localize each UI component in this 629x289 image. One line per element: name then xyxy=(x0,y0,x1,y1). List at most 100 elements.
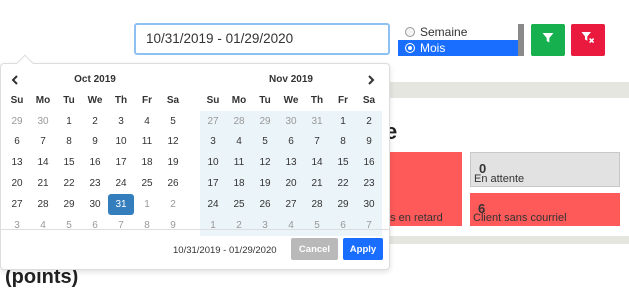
calendar-day[interactable]: 18 xyxy=(226,173,252,194)
period-option-week[interactable]: Semaine xyxy=(398,24,518,40)
calendar-day[interactable]: 3 xyxy=(200,131,226,153)
calendar-day[interactable]: 20 xyxy=(278,173,304,194)
radio-icon[interactable] xyxy=(405,43,415,53)
calendar-day[interactable]: 30 xyxy=(278,110,304,132)
calendar-day[interactable]: 23 xyxy=(356,173,382,194)
weekday-header: Tu xyxy=(63,94,75,106)
calendar-day[interactable]: 21 xyxy=(30,173,56,194)
calendar-day[interactable]: 29 xyxy=(56,194,82,215)
calendar-day[interactable]: 17 xyxy=(200,173,226,194)
calendar-day[interactable]: 15 xyxy=(330,152,356,174)
calendar-day[interactable]: 30 xyxy=(82,194,108,215)
weekday-header: Th xyxy=(114,94,128,106)
calendar-day[interactable]: 3 xyxy=(108,111,134,132)
period-option-month[interactable]: Mois xyxy=(398,40,518,56)
calendar-day[interactable]: 29 xyxy=(252,110,278,132)
calendar-day[interactable]: 25 xyxy=(134,173,160,194)
calendar-day[interactable]: 1 xyxy=(330,110,356,132)
weekday-header: Tu xyxy=(259,94,271,106)
calendar-day[interactable]: 29 xyxy=(330,193,356,215)
selected-range-label: 10/31/2019 - 01/29/2020 xyxy=(173,245,277,256)
radio-icon[interactable] xyxy=(405,27,415,37)
calendar-day[interactable]: 10 xyxy=(108,132,134,153)
calendar-day[interactable]: 14 xyxy=(304,152,330,174)
calendar-day[interactable]: 15 xyxy=(56,152,82,173)
calendar-day[interactable]: 4 xyxy=(134,111,160,132)
calendar-day[interactable]: 7 xyxy=(30,132,56,153)
weekday-header: We xyxy=(87,94,103,106)
calendar-day[interactable]: 26 xyxy=(252,193,278,215)
calendar-day[interactable]: 16 xyxy=(356,152,382,174)
stat-card-waiting[interactable]: 0 En attente xyxy=(470,152,620,187)
calendar-day[interactable]: 23 xyxy=(82,173,108,194)
picker-footer: 10/31/2019 - 01/29/2020 Cancel Apply xyxy=(1,229,389,269)
calendar-day[interactable]: 2 xyxy=(82,111,108,132)
month-title: Oct 2019 xyxy=(74,74,116,85)
calendar-day[interactable]: 11 xyxy=(226,152,252,174)
date-range-input[interactable]: 10/31/2019 - 01/29/2020 xyxy=(134,23,390,55)
apply-button[interactable]: Apply xyxy=(343,238,383,260)
calendar-day[interactable]: 17 xyxy=(108,152,134,173)
clear-filter-button[interactable] xyxy=(571,24,605,56)
calendar-day[interactable]: 9 xyxy=(356,131,382,153)
calendar-day[interactable]: 25 xyxy=(226,193,252,215)
calendar-day[interactable]: 28 xyxy=(30,194,56,215)
calendar-day[interactable]: 9 xyxy=(82,132,108,153)
calendar-day[interactable]: 13 xyxy=(4,152,30,173)
calendar-header: Oct 2019 xyxy=(4,70,186,90)
calendar-day[interactable]: 19 xyxy=(160,152,186,173)
period-option-label: Mois xyxy=(420,41,446,55)
calendar-day[interactable]: 31 xyxy=(108,193,134,215)
weekday-header: Mo xyxy=(35,94,51,106)
calendar-day[interactable]: 19 xyxy=(252,173,278,194)
weekday-header: Su xyxy=(10,94,24,106)
calendar-day[interactable]: 6 xyxy=(4,132,30,153)
calendar-day[interactable]: 30 xyxy=(356,193,382,215)
calendar-right: Nov 2019 Su Mo Tu We Th Fr Sa 27 28 29 30 31 1 2 3 4 5 6 7… xyxy=(200,70,382,236)
calendar-day[interactable]: 13 xyxy=(278,152,304,174)
calendar-day[interactable]: 27 xyxy=(278,193,304,215)
stat-card-red[interactable] xyxy=(380,152,462,198)
calendar-day[interactable]: 5 xyxy=(160,111,186,132)
calendar-day[interactable]: 27 xyxy=(4,194,30,215)
calendar-day[interactable]: 27 xyxy=(200,110,226,132)
calendar-day[interactable]: 20 xyxy=(4,173,30,194)
calendar-day[interactable]: 8 xyxy=(56,132,82,153)
calendar-day[interactable]: 12 xyxy=(160,132,186,153)
filter-button[interactable] xyxy=(531,24,565,56)
calendar-day[interactable]: 2 xyxy=(160,194,186,215)
weekday-header: Su xyxy=(206,94,220,106)
stat-card-late[interactable]: es en retard xyxy=(380,193,462,226)
calendar-day[interactable]: 8 xyxy=(330,131,356,153)
calendar-day[interactable]: 28 xyxy=(226,110,252,132)
calendar-day[interactable]: 2 xyxy=(356,110,382,132)
calendar-day[interactable]: 12 xyxy=(252,152,278,174)
calendar-day[interactable]: 29 xyxy=(4,111,30,132)
stat-card-no-email[interactable]: 6 Client sans courriel xyxy=(470,193,620,226)
next-month-button[interactable] xyxy=(364,72,378,88)
calendar-day[interactable]: 22 xyxy=(56,173,82,194)
calendar-day[interactable]: 6 xyxy=(278,131,304,153)
calendar-day[interactable]: 16 xyxy=(82,152,108,173)
calendar-day[interactable]: 18 xyxy=(134,152,160,173)
calendar-day[interactable]: 4 xyxy=(226,131,252,153)
calendar-day[interactable]: 11 xyxy=(134,132,160,153)
stat-label: Client sans courriel xyxy=(473,212,567,224)
calendar-day[interactable]: 26 xyxy=(160,173,186,194)
calendar-day[interactable]: 7 xyxy=(304,131,330,153)
calendar-day[interactable]: 24 xyxy=(108,173,134,194)
calendar-day[interactable]: 21 xyxy=(304,173,330,194)
calendar-day[interactable]: 14 xyxy=(30,152,56,173)
weekday-header: Fr xyxy=(142,94,152,106)
calendar-day[interactable]: 30 xyxy=(30,111,56,132)
calendar-day[interactable]: 1 xyxy=(56,111,82,132)
calendar-day[interactable]: 22 xyxy=(330,173,356,194)
calendar-day[interactable]: 5 xyxy=(252,131,278,153)
calendar-day[interactable]: 24 xyxy=(200,193,226,215)
scrollbar[interactable] xyxy=(518,24,524,56)
calendar-day[interactable]: 1 xyxy=(134,194,160,215)
calendar-day[interactable]: 31 xyxy=(304,110,330,132)
cancel-button[interactable]: Cancel xyxy=(291,238,338,260)
calendar-day[interactable]: 28 xyxy=(304,193,330,215)
calendar-day[interactable]: 10 xyxy=(200,152,226,174)
